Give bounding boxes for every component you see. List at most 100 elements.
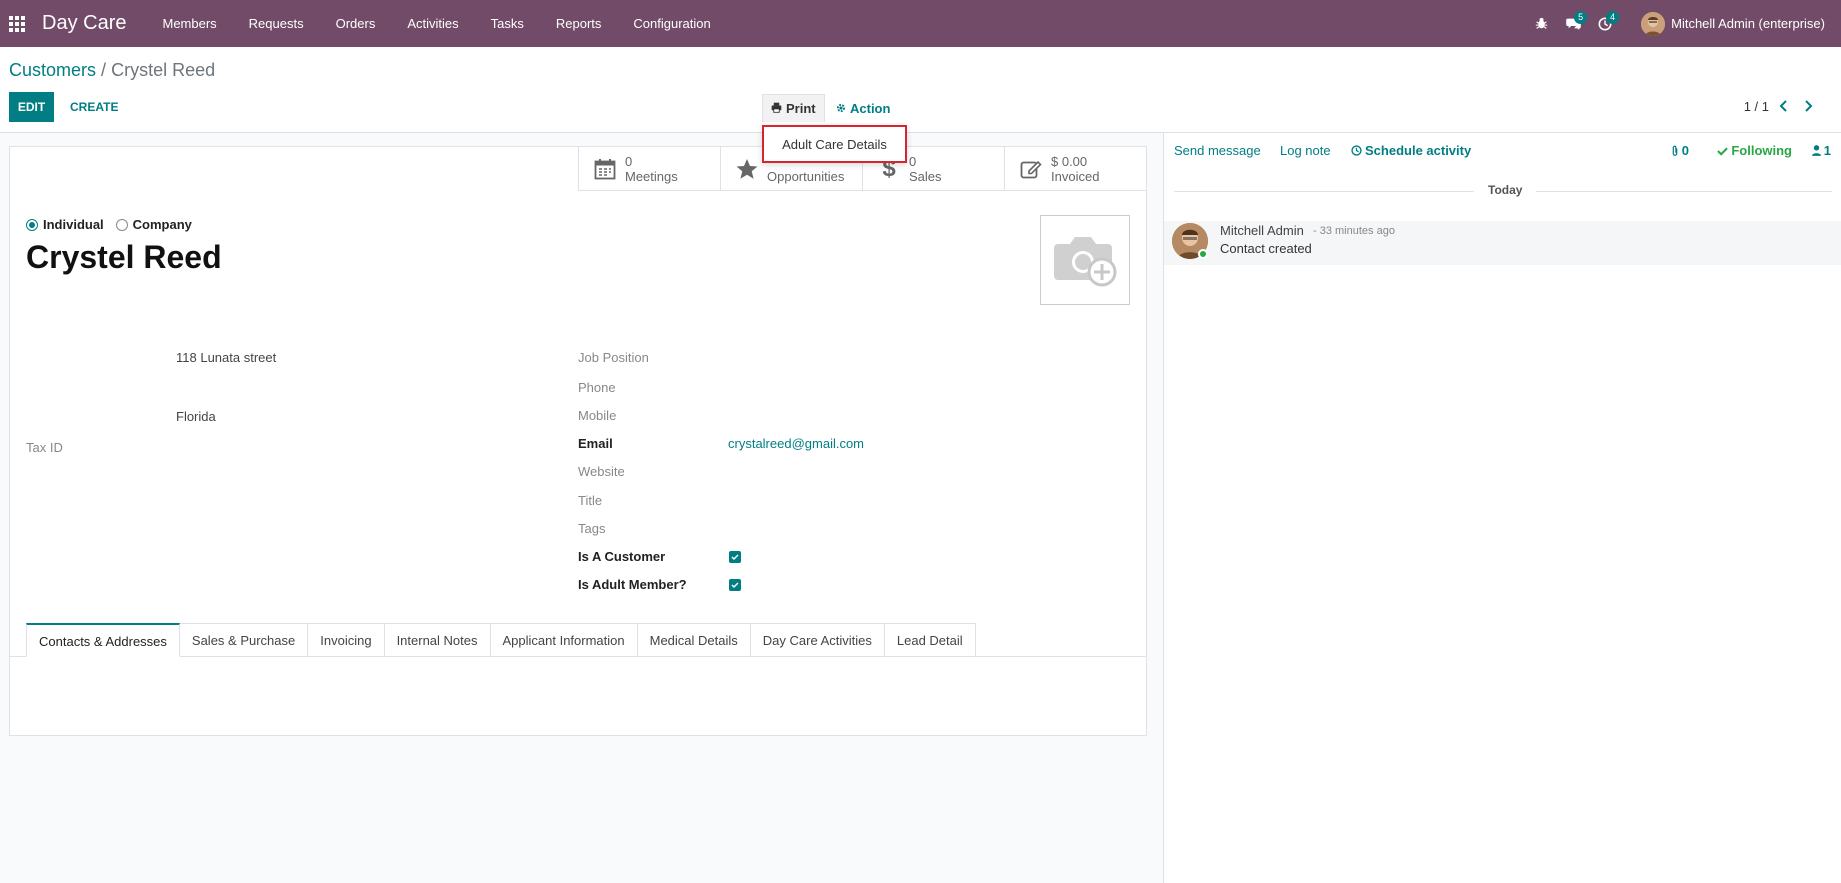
send-message-button[interactable]: Send message: [1174, 143, 1261, 158]
tab-applicant-information[interactable]: Applicant Information: [490, 623, 638, 657]
user-menu[interactable]: Mitchell Admin (enterprise): [1641, 11, 1825, 36]
grid-icon: [9, 15, 25, 32]
user-avatar: [1641, 11, 1666, 36]
pager-previous-button[interactable]: [1773, 96, 1793, 116]
meetings-label: Meetings: [625, 169, 678, 184]
individual-radio[interactable]: Individual: [26, 217, 104, 232]
breadcrumb-customers-link[interactable]: Customers: [9, 60, 96, 80]
menu-item-tasks[interactable]: Tasks: [475, 0, 540, 47]
tab-contacts-addresses[interactable]: Contacts & Addresses: [26, 623, 180, 657]
schedule-activity-button[interactable]: Schedule activity: [1351, 143, 1471, 158]
print-label: Print: [786, 101, 816, 116]
message-timestamp: - 33 minutes ago: [1313, 225, 1395, 237]
opportunities-label: Opportunities: [767, 169, 845, 184]
printer-icon: [771, 101, 782, 116]
is-customer-checkbox[interactable]: [729, 551, 741, 563]
online-status-icon: [1198, 249, 1208, 259]
menu-item-reports[interactable]: Reports: [540, 0, 618, 47]
menu-item-configuration[interactable]: Configuration: [617, 0, 726, 47]
chatter-message: Mitchell Admin - 33 minutes ago Contact …: [1164, 221, 1841, 265]
individual-label: Individual: [43, 217, 104, 232]
radio-selected-icon: [26, 218, 38, 231]
clock-icon: [1351, 145, 1362, 156]
following-button[interactable]: Following: [1717, 143, 1792, 158]
tab-internal-notes[interactable]: Internal Notes: [384, 623, 491, 657]
apps-menu-icon[interactable]: [0, 0, 34, 47]
state-field[interactable]: Florida: [176, 409, 216, 424]
activity-clock-icon[interactable]: 4: [1589, 0, 1621, 47]
tab-medical-details[interactable]: Medical Details: [637, 623, 751, 657]
attachments-button[interactable]: 0: [1670, 143, 1689, 158]
email-label: Email: [578, 436, 613, 451]
pager-next-button[interactable]: [1799, 96, 1819, 116]
star-icon: [735, 157, 759, 181]
edit-button[interactable]: EDIT: [9, 92, 54, 122]
partner-name: Crystel Reed: [26, 239, 222, 275]
invoiced-label: Invoiced: [1051, 169, 1100, 184]
invoiced-smart-button[interactable]: $ 0.00 Invoiced: [1004, 147, 1146, 191]
message-author[interactable]: Mitchell Admin: [1220, 223, 1304, 238]
company-radio[interactable]: Company: [115, 217, 192, 232]
messages-count-badge: 5: [1574, 11, 1588, 24]
menu-item-members[interactable]: Members: [146, 0, 232, 47]
form-sheet: 0 Meetings Opportunities $ 0 Sales $ 0.0…: [9, 146, 1147, 736]
top-navbar: Day Care Members Requests Orders Activit…: [0, 0, 1841, 47]
edit-document-icon: [1019, 157, 1043, 181]
check-icon: [731, 554, 739, 561]
tab-invoicing[interactable]: Invoicing: [308, 623, 385, 657]
check-icon: [731, 582, 739, 589]
user-name: Mitchell Admin (enterprise): [1671, 16, 1825, 31]
following-label: Following: [1731, 143, 1792, 158]
create-button[interactable]: CREATE: [62, 92, 126, 122]
followers-count: 1: [1823, 143, 1831, 158]
chevron-right-icon: [1805, 100, 1813, 112]
paperclip-icon: [1672, 145, 1678, 156]
print-adult-care-details-item[interactable]: Adult Care Details: [782, 137, 887, 152]
invoiced-amount: $ 0.00: [1051, 154, 1088, 169]
tab-sales-purchase[interactable]: Sales & Purchase: [179, 623, 309, 657]
tab-day-care-activities[interactable]: Day Care Activities: [750, 623, 885, 657]
notebook-tabs: Contacts & Addresses Sales & Purchase In…: [26, 623, 976, 657]
street-field[interactable]: 118 Lunata street: [176, 350, 276, 365]
menu-item-orders[interactable]: Orders: [320, 0, 392, 47]
job-position-field[interactable]: Job Position: [578, 350, 649, 365]
mobile-label: Mobile: [578, 408, 617, 423]
sales-count: 0: [909, 154, 917, 169]
menu-item-requests[interactable]: Requests: [233, 0, 320, 47]
meetings-count: 0: [625, 154, 633, 169]
is-adult-member-checkbox[interactable]: [729, 579, 741, 591]
followers-button[interactable]: 1: [1811, 143, 1831, 158]
action-label: Action: [850, 100, 891, 116]
company-label: Company: [132, 217, 192, 232]
radio-unselected-icon: [115, 218, 128, 231]
company-type-radio-group: Individual Company: [26, 217, 192, 232]
messaging-chat-icon[interactable]: 5: [1557, 0, 1589, 47]
menu-item-activities[interactable]: Activities: [391, 0, 474, 47]
message-body: Contact created: [1220, 241, 1312, 256]
date-separator-label: Today: [1474, 183, 1537, 197]
image-upload-placeholder[interactable]: [1040, 215, 1130, 305]
camera-add-icon: [1054, 237, 1117, 287]
tab-lead-detail[interactable]: Lead Detail: [884, 623, 976, 657]
email-value-link[interactable]: crystalreed@gmail.com: [728, 436, 864, 451]
pager-value[interactable]: 1 / 1: [1744, 99, 1769, 114]
title-label: Title: [578, 493, 603, 508]
breadcrumb-separator: /: [101, 60, 107, 80]
is-adult-member-label: Is Adult Member?: [578, 577, 687, 592]
gear-icon: [836, 101, 846, 116]
app-brand[interactable]: Day Care: [42, 12, 126, 35]
debug-bug-icon[interactable]: [1525, 0, 1557, 47]
action-dropdown-button[interactable]: Action: [830, 94, 896, 122]
user-icon: [1811, 145, 1821, 156]
attachments-count: 0: [1681, 143, 1689, 158]
log-note-button[interactable]: Log note: [1280, 143, 1331, 158]
chatter-panel: Send message Log note Schedule activity …: [1163, 133, 1841, 883]
meetings-smart-button[interactable]: 0 Meetings: [578, 147, 720, 191]
calendar-icon: [593, 157, 617, 181]
breadcrumb: Customers / Crystel Reed: [9, 60, 215, 81]
is-customer-label: Is A Customer: [578, 549, 666, 564]
phone-label: Phone: [578, 380, 616, 395]
schedule-activity-label: Schedule activity: [1365, 143, 1472, 158]
check-icon: [1717, 147, 1729, 156]
print-dropdown-button[interactable]: Print: [762, 94, 825, 122]
